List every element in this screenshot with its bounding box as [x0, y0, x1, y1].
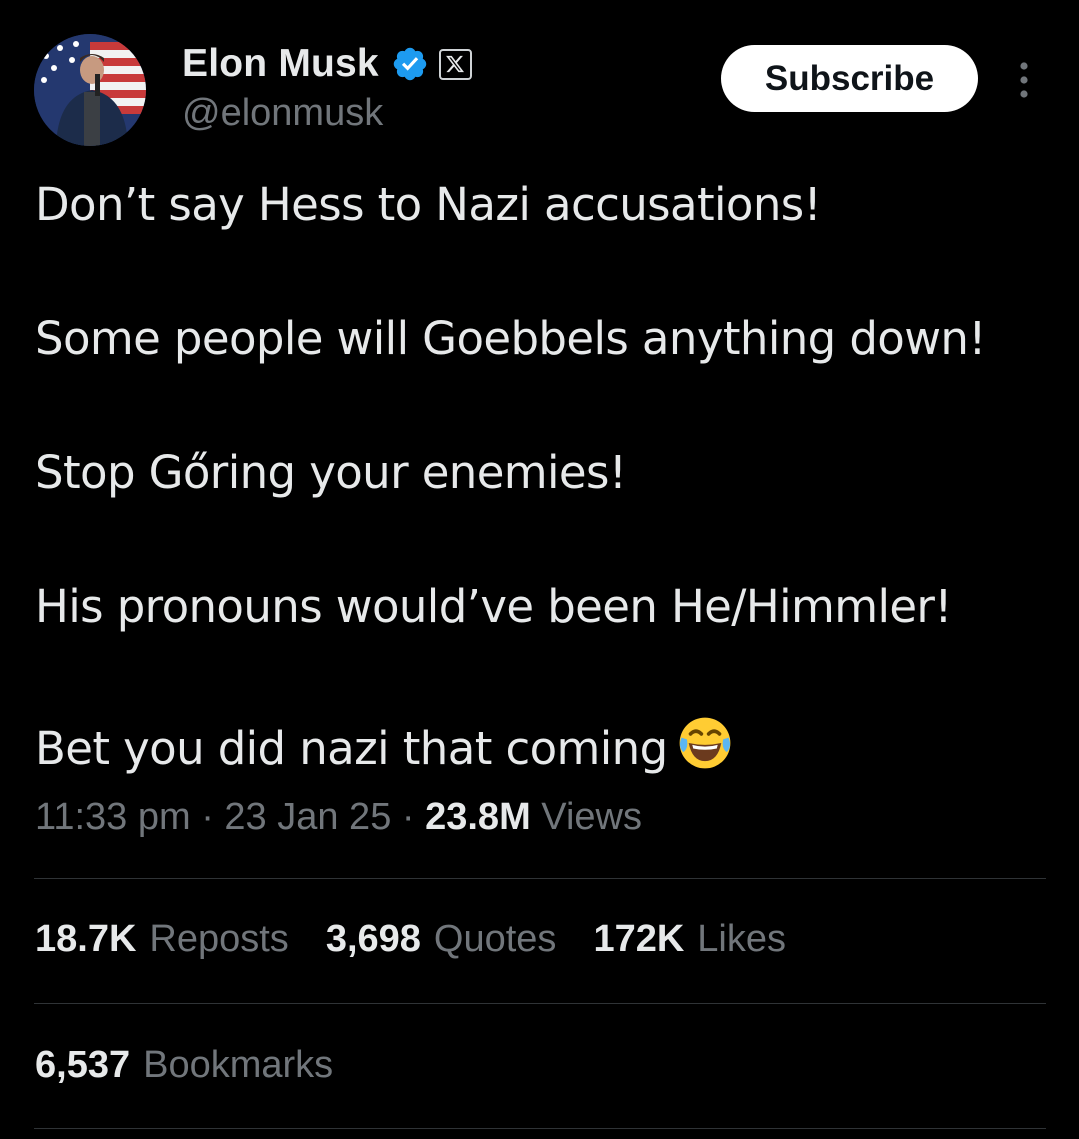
engagement-stats: 18.7K Reposts 3,698 Quotes 172K Likes — [35, 918, 823, 961]
tweet-line: His pronouns would’ve been He/Himmler! — [35, 580, 952, 633]
divider — [34, 878, 1046, 879]
likes-count: 172K — [593, 918, 685, 960]
reposts-count: 18.7K — [35, 918, 137, 960]
tweet-line: Bet you did nazi that coming — [35, 722, 668, 775]
author-display-name[interactable]: Elon Musk — [182, 42, 379, 86]
quotes-stat[interactable]: 3,698 Quotes — [326, 918, 557, 961]
verified-badge-icon[interactable] — [391, 45, 429, 83]
author-handle[interactable]: @elonmusk — [182, 92, 383, 135]
divider — [34, 1003, 1046, 1004]
subscribe-button[interactable]: Subscribe — [721, 45, 978, 112]
tweet-time[interactable]: 11:33 pm — [35, 796, 191, 838]
likes-stat[interactable]: 172K Likes — [593, 918, 786, 961]
meta-separator: · — [201, 796, 214, 838]
views-label: Views — [541, 796, 642, 838]
tweet-line: Stop Gőring your enemies! — [35, 446, 627, 499]
x-affiliate-badge-icon[interactable] — [438, 48, 472, 80]
avatar[interactable] — [34, 34, 146, 146]
tweet-header: Elon Musk @elonmusk Subscribe — [34, 34, 1046, 146]
views-count: 23.8M — [425, 796, 531, 838]
meta-separator: · — [401, 796, 415, 838]
avatar-image — [34, 34, 146, 146]
tweet-line: Don’t say Hess to Nazi accusations! — [35, 178, 822, 231]
author-name-row: Elon Musk — [182, 40, 472, 88]
reposts-stat[interactable]: 18.7K Reposts — [35, 918, 289, 961]
bookmarks-count: 6,537 — [35, 1044, 131, 1086]
more-vertical-icon[interactable] — [1012, 60, 1036, 100]
quotes-count: 3,698 — [325, 918, 421, 960]
tweet-line: Some people will Goebbels anything down! — [35, 312, 986, 365]
likes-label: Likes — [697, 918, 786, 960]
tweet-date[interactable]: 23 Jan 25 — [224, 796, 391, 838]
bookmarks-stat[interactable]: 6,537 Bookmarks — [35, 1044, 333, 1087]
divider — [34, 1128, 1046, 1129]
reposts-label: Reposts — [149, 918, 289, 960]
tweet-last-line: Bet you did nazi that coming — [35, 714, 734, 775]
x-logo-icon — [446, 55, 465, 73]
face-with-tears-of-joy-icon — [679, 717, 730, 769]
bookmarks-label: Bookmarks — [143, 1044, 334, 1086]
tweet-metadata: 11:33 pm · 23 Jan 25 · 23.8M Views — [35, 796, 642, 839]
quotes-label: Quotes — [433, 918, 557, 960]
